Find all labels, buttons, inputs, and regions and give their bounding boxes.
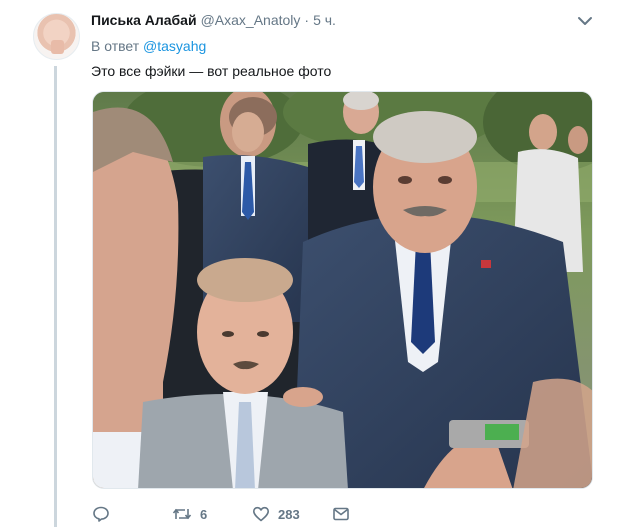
envelope-icon: [332, 505, 350, 523]
retweet-button[interactable]: 6: [172, 505, 207, 523]
thread-connector-line: [54, 66, 57, 527]
author-name[interactable]: Писька Алабай: [91, 12, 197, 28]
retweet-count: 6: [200, 506, 208, 522]
like-count: 283: [278, 506, 300, 522]
avatar[interactable]: [33, 13, 80, 60]
chevron-down-icon[interactable]: [576, 14, 594, 28]
retweet-arrows-icon: [172, 505, 192, 523]
direct-message-button[interactable]: [332, 505, 350, 523]
tweet-photo[interactable]: [92, 91, 593, 489]
reply-prefix: В ответ: [91, 38, 140, 54]
reply-mention-link[interactable]: @tasyahg: [143, 38, 206, 54]
speech-bubble-icon: [92, 505, 110, 523]
avatar-figure: [51, 40, 64, 54]
header-separator: ·: [304, 12, 310, 28]
tweet-header: Писька Алабай @Axax_Anatoly · 5 ч.: [91, 12, 336, 28]
reply-button[interactable]: [92, 505, 118, 523]
reply-context: В ответ @tasyahg: [91, 38, 206, 54]
photo-illustration: [93, 92, 592, 488]
tweet-text: Это все фэйки — вот реальное фото: [91, 63, 332, 79]
like-button[interactable]: 283: [252, 505, 300, 523]
tweet-timestamp[interactable]: 5 ч.: [313, 12, 336, 28]
author-handle[interactable]: @Axax_Anatoly: [201, 12, 301, 28]
heart-icon: [252, 505, 270, 523]
